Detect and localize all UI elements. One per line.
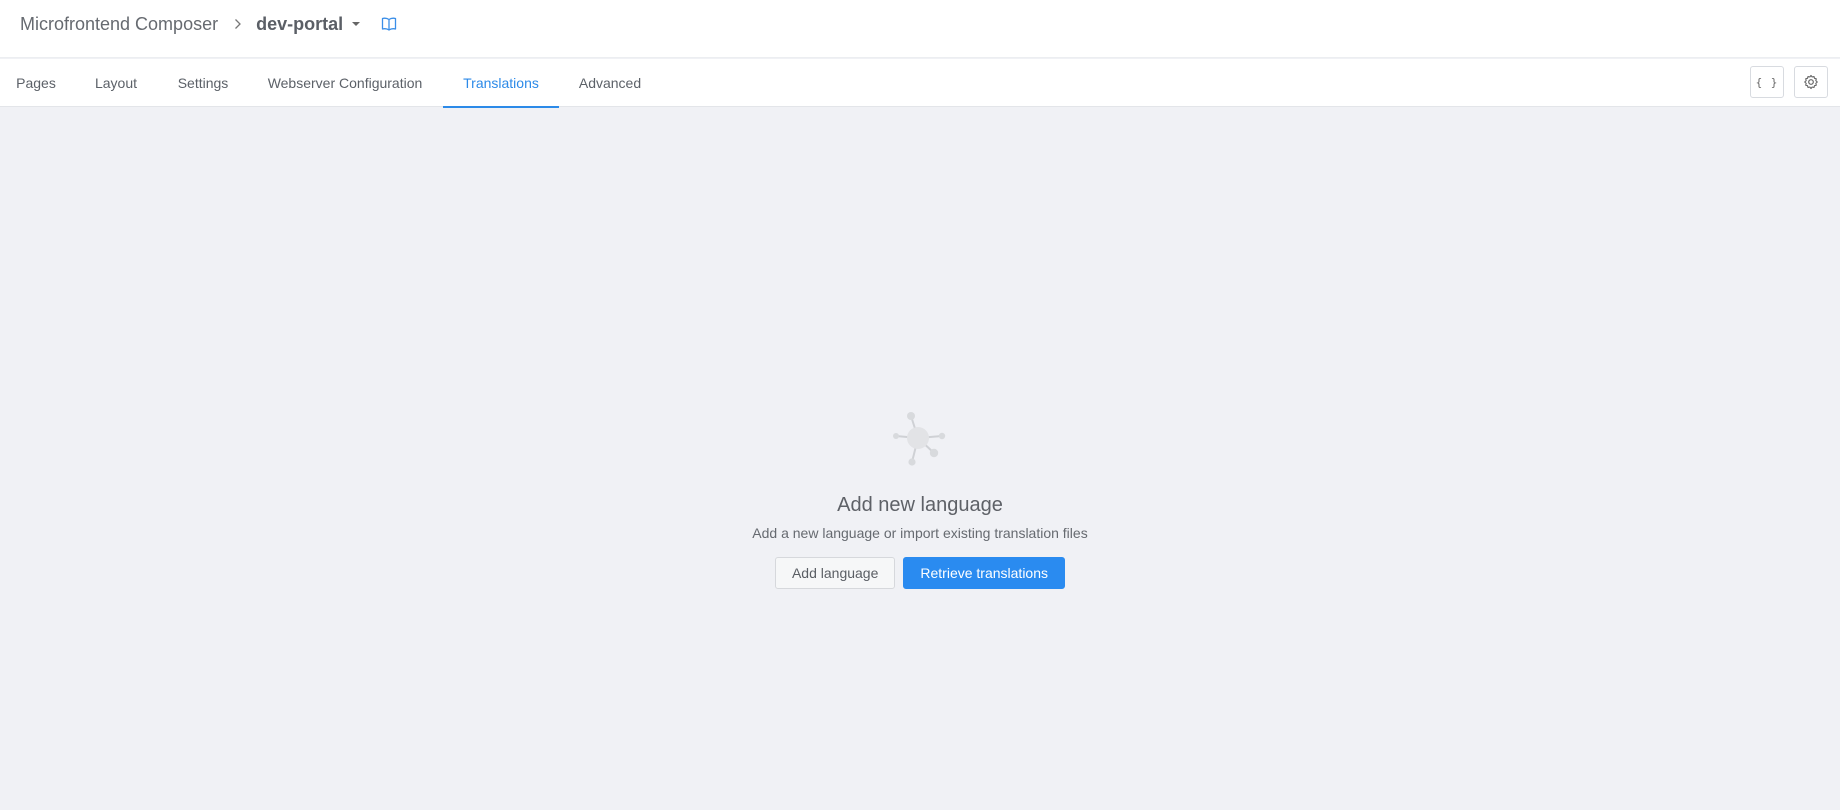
empty-state-title: Add new language — [837, 494, 1003, 516]
caret-down-icon[interactable] — [351, 21, 361, 27]
network-nodes-icon — [890, 410, 950, 474]
top-bar: Microfrontend Composer dev-portal — [0, 0, 1840, 58]
project-name[interactable]: dev-portal — [256, 14, 343, 35]
json-editor-button[interactable]: { } — [1750, 66, 1784, 98]
empty-state-subtitle: Add a new language or import existing tr… — [752, 525, 1088, 541]
breadcrumb-app-name[interactable]: Microfrontend Composer — [20, 14, 218, 35]
tab-advanced[interactable]: Advanced — [560, 59, 660, 107]
tab-layout[interactable]: Layout — [76, 59, 156, 107]
tab-pages[interactable]: Pages — [0, 59, 72, 107]
chevron-right-icon — [234, 18, 242, 30]
code-braces-icon: { } — [1755, 75, 1779, 89]
book-icon[interactable] — [381, 17, 397, 31]
gear-icon — [1803, 74, 1819, 90]
settings-button[interactable] — [1794, 66, 1828, 98]
breadcrumb: Microfrontend Composer dev-portal — [20, 12, 397, 36]
retrieve-translations-button[interactable]: Retrieve translations — [903, 557, 1066, 589]
add-language-button[interactable]: Add language — [774, 557, 896, 589]
tab-settings[interactable]: Settings — [158, 59, 248, 107]
empty-state: Add new language Add a new language or i… — [0, 410, 1840, 589]
tab-bar: Pages Layout Settings Webserver Configur… — [0, 59, 1840, 108]
empty-state-actions: Add language Retrieve translations — [774, 557, 1066, 589]
tab-webserver-configuration[interactable]: Webserver Configuration — [248, 59, 442, 107]
tab-translations[interactable]: Translations — [443, 59, 559, 108]
